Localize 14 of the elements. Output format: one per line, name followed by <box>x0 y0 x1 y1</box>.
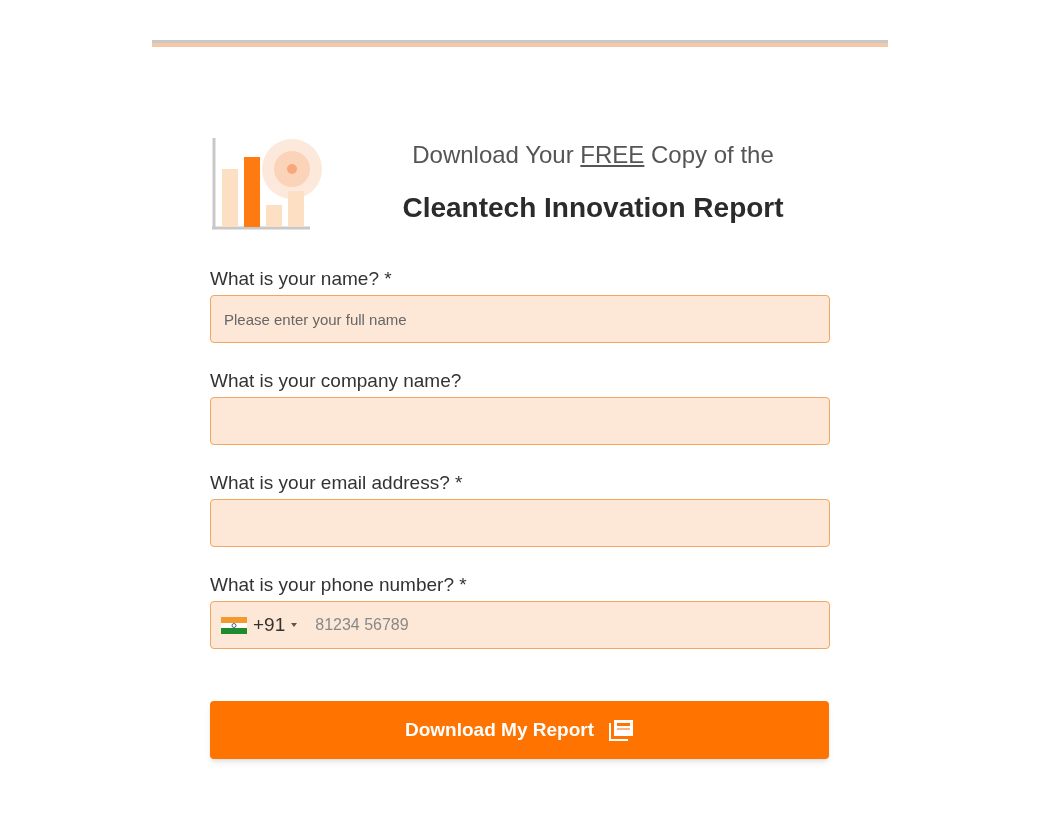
document-icon <box>607 719 634 741</box>
caret-icon <box>291 623 298 627</box>
input-field[interactable]: Please enter your full name <box>210 295 830 343</box>
input-field[interactable] <box>210 499 830 547</box>
heading-intro: Download Your FREE Copy of the <box>412 140 774 170</box>
flag-icon <box>221 616 247 634</box>
field-label: What is your phone number? * <box>210 573 468 593</box>
field-label: What is your company name? <box>210 369 463 389</box>
field-label: What is your name? * <box>210 267 393 287</box>
phone-field[interactable]: +91 81234 56789 <box>210 601 830 649</box>
input-field[interactable] <box>210 397 830 445</box>
report-title: Cleantech Innovation Report <box>402 191 784 225</box>
country-code-dropdown[interactable]: +91 <box>221 602 298 648</box>
field-label: What is your email address? * <box>210 471 464 491</box>
